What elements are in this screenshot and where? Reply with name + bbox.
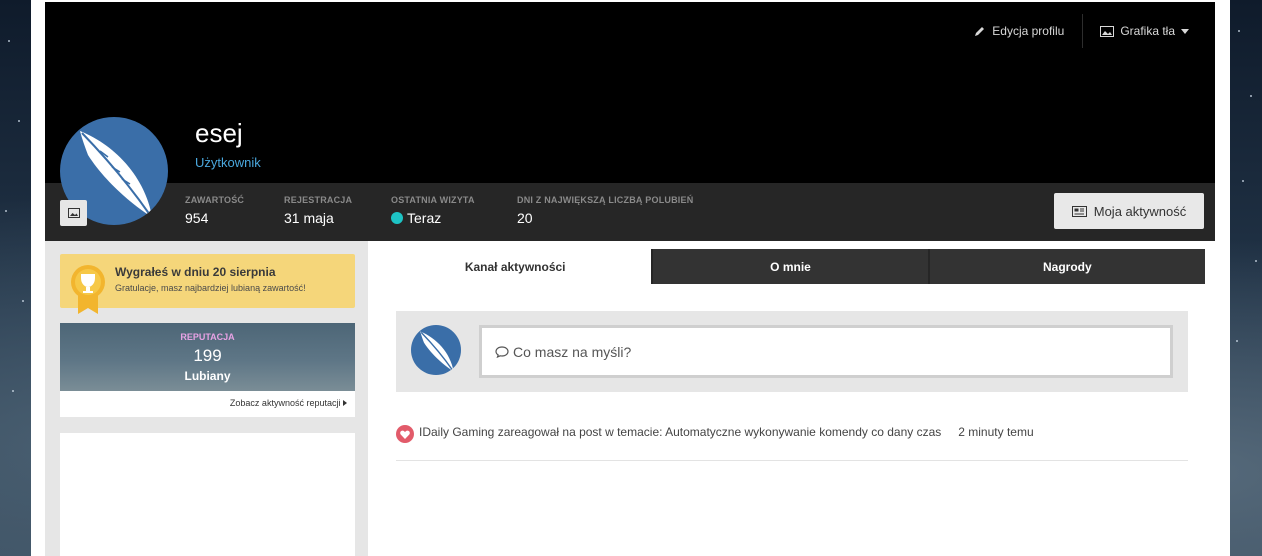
stat-value-text: 31 maja — [284, 210, 334, 226]
stat-label: OSTATNIA WIZYTA — [391, 195, 475, 205]
caret-right-icon — [343, 400, 347, 406]
divider — [1082, 14, 1084, 48]
image-icon — [1100, 25, 1115, 37]
award-subtitle: Gratulacje, masz najbardziej lubianą zaw… — [115, 283, 306, 293]
stat-last-visit: OSTATNIA WIZYTA Teraz — [391, 195, 475, 226]
reputation-rank: Lubiany — [184, 369, 231, 383]
stat-value-text: 954 — [185, 210, 209, 226]
stat-value: 20 — [517, 210, 693, 226]
reputation-activity-link[interactable]: Zobacz aktywność reputacji — [60, 391, 355, 417]
stat-label: ZAWARTOŚĆ — [185, 195, 245, 205]
edit-profile-button[interactable]: Edycja profilu — [974, 24, 1064, 38]
stat-content: ZAWARTOŚĆ 954 — [185, 195, 244, 226]
composer-avatar[interactable] — [411, 325, 461, 375]
profile-user-group[interactable]: Użytkownik — [195, 155, 261, 170]
reputation-link-label: Zobacz aktywność reputacji — [229, 398, 341, 408]
profile-tabs: Kanał aktywności O mnie Nagrody — [379, 249, 1205, 284]
status-input[interactable]: Co masz na myśli? — [479, 325, 1173, 378]
trophy-medal-icon — [71, 265, 105, 314]
feather-icon — [420, 331, 454, 372]
tab-activity-feed[interactable]: Kanał aktywności — [379, 249, 652, 284]
tab-about-me[interactable]: O mnie — [653, 249, 928, 284]
stat-value: Teraz — [391, 210, 475, 226]
activity-time: 2 minuty temu — [958, 425, 1034, 439]
cover-actions: Edycja profilu Grafika tła — [974, 14, 1189, 48]
newspaper-icon — [1071, 205, 1087, 217]
activity-stream-item[interactable]: IDaily Gaming zareagował na post w temac… — [396, 424, 1188, 461]
stat-value: 954 — [185, 210, 244, 226]
tab-label: O mnie — [770, 259, 811, 274]
change-photo-button[interactable] — [60, 200, 87, 226]
award-card: Wygrałeś w dniu 20 sierpnia Gratulacje, … — [60, 254, 355, 314]
profile-username: esej — [195, 118, 243, 148]
sidebar-widget — [60, 433, 355, 556]
reputation-value: 199 — [193, 346, 222, 365]
speech-bubble-icon — [495, 345, 509, 358]
reputation-label: REPUTACJA — [180, 332, 235, 342]
tab-label: Kanał aktywności — [464, 259, 566, 274]
tab-label: Nagrody — [1042, 259, 1092, 274]
stat-value: 31 maja — [284, 210, 352, 226]
cover-photo-button[interactable]: Grafika tła — [1100, 24, 1189, 38]
my-activity-label: Moja aktywność — [1093, 203, 1187, 219]
stat-label: DNI Z NAJWIĘKSZĄ LICZBĄ POLUBIEŃ — [517, 195, 694, 205]
cover-photo-label: Grafika tła — [1120, 24, 1175, 38]
tab-awards[interactable]: Nagrody — [929, 249, 1205, 284]
reputation-card: REPUTACJA 199 Lubiany — [60, 323, 355, 391]
activity-text: IDaily Gaming zareagował na post w temac… — [419, 425, 942, 439]
pencil-icon — [975, 27, 985, 36]
online-status-icon — [391, 212, 403, 224]
award-title: Wygrałeś w dniu 20 sierpnia — [115, 265, 276, 279]
my-activity-button[interactable]: Moja aktywność — [1054, 193, 1204, 229]
heart-reaction-icon — [396, 425, 414, 443]
stat-value-text: Teraz — [407, 210, 442, 226]
caret-down-icon — [1181, 28, 1189, 34]
stat-label: REJESTRACJA — [284, 195, 353, 205]
edit-profile-label: Edycja profilu — [992, 24, 1065, 38]
stat-registration: REJESTRACJA 31 maja — [284, 195, 352, 226]
image-icon — [67, 208, 80, 218]
stat-value-text: 20 — [517, 210, 533, 226]
status-input-placeholder: Co masz na myśli? — [513, 343, 632, 360]
stat-most-liked-days: DNI Z NAJWIĘKSZĄ LICZBĄ POLUBIEŃ 20 — [517, 195, 693, 226]
